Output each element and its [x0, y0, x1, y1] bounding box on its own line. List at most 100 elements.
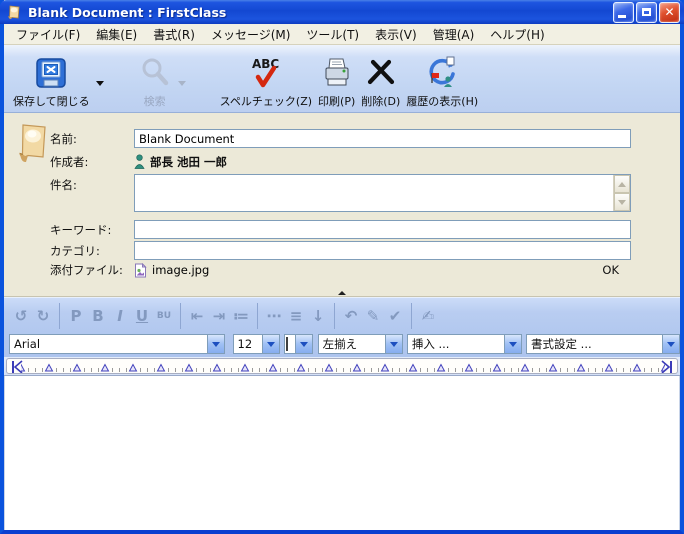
toolbar-button-label: 保存して閉じる	[13, 93, 90, 109]
menu-edit[interactable]: 編集(E)	[88, 24, 145, 45]
subject-row: 件名:	[50, 174, 672, 212]
plain-style-icon[interactable]: P	[65, 303, 87, 329]
document-page-icon	[13, 121, 53, 169]
keywords-input[interactable]	[134, 220, 631, 239]
menu-file[interactable]: ファイル(F)	[8, 24, 88, 45]
color-swatch	[286, 337, 288, 351]
right-margin-marker[interactable]	[660, 360, 674, 374]
document-body[interactable]	[4, 376, 680, 530]
title-bar[interactable]: Blank Document : FirstClass ✕	[0, 0, 684, 24]
subject-scrollbar	[613, 175, 630, 211]
tab-stop-markers	[7, 359, 678, 373]
keywords-row: キーワード:	[50, 220, 672, 239]
indent-icon[interactable]: ⇥	[208, 303, 230, 329]
category-label: カテゴリ:	[50, 243, 134, 259]
paragraph-format-icon[interactable]: ≡	[285, 303, 307, 329]
ruler[interactable]	[6, 358, 678, 374]
revert-icon[interactable]: ↶	[340, 303, 362, 329]
chevron-down-icon	[178, 81, 186, 86]
outdent-icon[interactable]: ⇤	[186, 303, 208, 329]
toolbar-separator	[334, 303, 335, 329]
name-label: 名前:	[50, 131, 134, 147]
attachment-filename[interactable]: image.jpg	[152, 263, 209, 277]
menu-view[interactable]: 表示(V)	[367, 24, 425, 45]
font-size-value: 12	[234, 337, 262, 351]
delete-icon	[365, 54, 397, 92]
close-icon: ✕	[664, 6, 674, 18]
undo-icon[interactable]: ↺	[10, 303, 32, 329]
search-dropdown-button[interactable]	[175, 78, 189, 88]
main-toolbar: 保存して閉じる 検索 ABC スペルチェック(Z)	[4, 45, 680, 113]
font-value: Arial	[10, 337, 207, 351]
menu-message[interactable]: メッセージ(M)	[203, 24, 298, 45]
scroll-up-button[interactable]	[614, 175, 630, 193]
toolbar-separator	[411, 303, 412, 329]
save-close-icon	[34, 54, 68, 92]
alignment-select[interactable]: 左揃え	[318, 334, 403, 354]
toolbar-separator	[257, 303, 258, 329]
menu-help[interactable]: ヘルプ(H)	[482, 24, 552, 45]
keywords-label: キーワード:	[50, 222, 134, 238]
maximize-button[interactable]	[636, 2, 657, 23]
font-size-select[interactable]: 12	[233, 334, 280, 354]
toolbar-button-label: 削除(D)	[361, 93, 400, 109]
save-dropdown-button[interactable]	[93, 78, 107, 88]
pen-icon[interactable]: ✎	[362, 303, 384, 329]
pane-splitter[interactable]	[4, 288, 680, 297]
down-arrow-icon[interactable]: ↓	[307, 303, 329, 329]
menu-tools[interactable]: ツール(T)	[298, 24, 367, 45]
chevron-down-icon	[262, 335, 279, 353]
minimize-button[interactable]	[613, 2, 634, 23]
close-button[interactable]: ✕	[659, 2, 680, 23]
chevron-down-icon	[662, 335, 679, 353]
subject-input[interactable]	[135, 175, 613, 211]
attachment-label: 添付ファイル:	[50, 262, 134, 278]
author-row: 作成者: 部長 池田 一郎	[50, 154, 672, 170]
author-value[interactable]: 部長 池田 一郎	[150, 154, 227, 170]
more-styles-icon[interactable]: BU	[153, 303, 175, 329]
chevron-down-icon	[96, 81, 104, 86]
chevron-down-icon	[385, 335, 402, 353]
font-select[interactable]: Arial	[9, 334, 225, 354]
minimize-icon	[618, 15, 626, 18]
spellcheck-icon: ABC	[246, 54, 286, 92]
left-margin-marker[interactable]	[10, 360, 24, 374]
category-row: カテゴリ:	[50, 241, 672, 260]
text-color-select[interactable]	[284, 334, 313, 354]
ruler-row	[4, 357, 680, 376]
format-settings-value: 書式設定 ...	[527, 336, 662, 352]
print-button[interactable]: 印刷(P)	[315, 53, 358, 110]
name-row: 名前:	[50, 129, 672, 148]
show-history-button[interactable]: 履歴の表示(H)	[403, 53, 481, 110]
insert-select[interactable]: 挿入 ...	[407, 334, 522, 354]
print-icon	[320, 54, 354, 92]
format-settings-select[interactable]: 書式設定 ...	[526, 334, 680, 354]
save-and-close-button[interactable]: 保存して閉じる	[10, 53, 93, 110]
spellcheck-button[interactable]: ABC スペルチェック(Z)	[217, 53, 315, 110]
window-title: Blank Document : FirstClass	[28, 5, 613, 20]
delete-button[interactable]: 削除(D)	[358, 53, 403, 110]
signature-icon[interactable]: ✍	[417, 303, 439, 329]
scroll-down-button[interactable]	[614, 193, 630, 211]
name-input[interactable]	[134, 129, 631, 148]
underline-icon[interactable]: U	[131, 303, 153, 329]
toolbar-button-label: 印刷(P)	[318, 93, 355, 109]
redo-icon[interactable]: ↻	[32, 303, 54, 329]
tab-stops-icon[interactable]: ⋯	[263, 303, 285, 329]
format-toolbar: ↺ ↻ P B I U BU ⇤ ⇥ ≔ ⋯ ≡ ↓ ↶ ✎ ✔ ✍	[4, 297, 680, 333]
chevron-down-icon	[618, 200, 626, 205]
menu-admin[interactable]: 管理(A)	[425, 24, 483, 45]
italic-icon[interactable]: I	[109, 303, 131, 329]
bullet-list-icon[interactable]: ≔	[230, 303, 252, 329]
search-button[interactable]: 検索	[135, 53, 175, 110]
approve-icon[interactable]: ✔	[384, 303, 406, 329]
insert-value: 挿入 ...	[408, 336, 504, 352]
bold-icon[interactable]: B	[87, 303, 109, 329]
history-icon	[424, 54, 460, 92]
toolbar-button-label: 履歴の表示(H)	[406, 93, 478, 109]
format-dropdown-row: Arial 12 左揃え 挿入 ... 書式設定 ...	[4, 333, 680, 357]
alignment-value: 左揃え	[319, 336, 385, 352]
subject-label: 件名:	[50, 174, 134, 193]
category-input[interactable]	[134, 241, 631, 260]
menu-format[interactable]: 書式(R)	[145, 24, 203, 45]
